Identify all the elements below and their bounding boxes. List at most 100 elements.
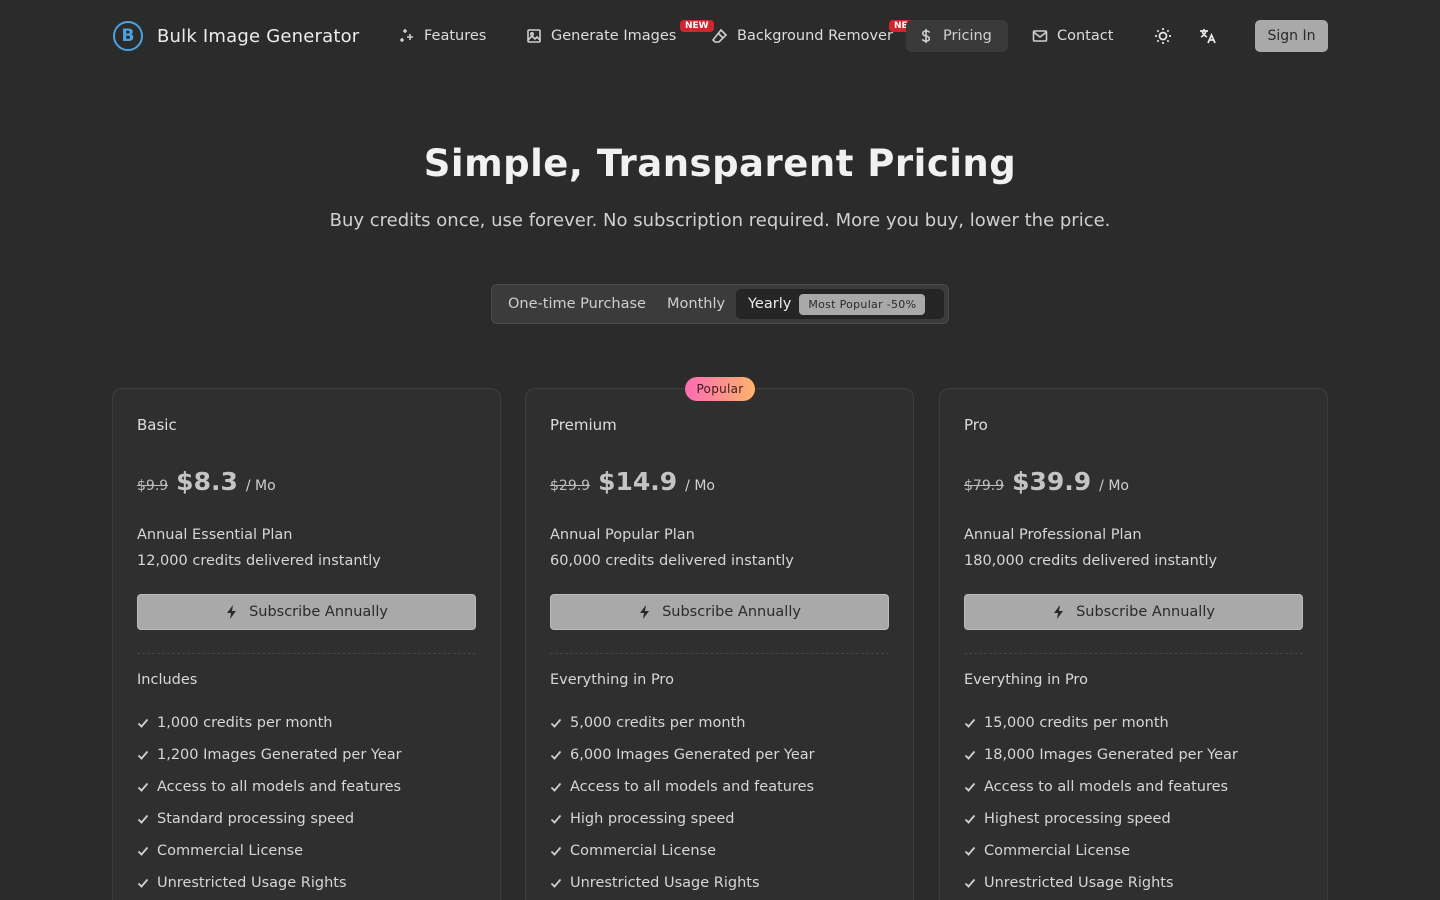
plan-credits: 12,000 credits delivered instantly	[137, 553, 381, 569]
check-icon	[137, 750, 149, 760]
current-price: $14.9	[598, 467, 678, 496]
feature-item: Commercial License	[550, 835, 815, 867]
feature-item: Commercial License	[137, 835, 402, 867]
feature-text: 1,200 Images Generated per Year	[157, 747, 402, 763]
theme-toggle-button[interactable]	[1151, 24, 1175, 48]
image-icon	[527, 29, 541, 43]
mail-icon	[1032, 30, 1048, 42]
nav-pricing[interactable]: Pricing	[906, 20, 1008, 52]
price-period: / Mo	[1099, 478, 1129, 494]
feature-item: 6,000 Images Generated per Year	[550, 739, 815, 771]
feature-item: 1,000 credits per month	[137, 707, 402, 739]
check-icon	[550, 878, 562, 888]
feature-text: Access to all models and features	[984, 779, 1229, 795]
sign-in-button[interactable]: Sign In	[1255, 20, 1328, 52]
brand-name: Bulk Image Generator	[157, 25, 360, 47]
popular-badge: Popular	[685, 377, 755, 401]
translate-icon	[1200, 29, 1216, 44]
feature-item: Unrestricted Usage Rights	[137, 867, 402, 899]
divider	[550, 653, 889, 654]
subscribe-button-label: Subscribe Annually	[1076, 604, 1215, 620]
lightning-icon	[1054, 605, 1064, 619]
plan-name: Basic	[137, 416, 177, 434]
feature-text: Commercial License	[157, 843, 303, 859]
feature-text: Access to all models and features	[157, 779, 402, 795]
nav-generate-images[interactable]: Generate Images	[514, 20, 688, 52]
feature-item: Commercial License	[964, 835, 1238, 867]
eraser-icon	[712, 28, 728, 43]
subscribe-button-label: Subscribe Annually	[662, 604, 801, 620]
plan-card-basic: Basic $9.9 $8.3 / Mo Annual Essential Pl…	[112, 388, 501, 900]
check-icon	[137, 878, 149, 888]
feature-item: 1,200 Images Generated per Year	[137, 739, 402, 771]
sparkles-icon	[400, 29, 413, 42]
brand[interactable]: B Bulk Image Generator	[113, 21, 359, 51]
check-icon	[550, 782, 562, 792]
feature-text: Access to all models and features	[570, 779, 815, 795]
features-heading: Includes	[137, 672, 198, 688]
nav-contact-label: Contact	[1057, 28, 1114, 44]
feature-text: 6,000 Images Generated per Year	[570, 747, 815, 763]
feature-text: 18,000 Images Generated per Year	[984, 747, 1238, 763]
old-price: $9.9	[137, 478, 169, 494]
current-price: $8.3	[176, 467, 238, 496]
language-button[interactable]	[1195, 24, 1219, 48]
feature-text: Commercial License	[984, 843, 1130, 859]
check-icon	[550, 814, 562, 824]
billing-period-toggle: One-time Purchase Monthly Yearly Most Po…	[491, 284, 949, 324]
check-icon	[964, 782, 976, 792]
toggle-monthly[interactable]: Monthly	[655, 289, 737, 319]
lightning-icon	[640, 605, 650, 619]
toggle-yearly-label: Yearly	[748, 296, 792, 312]
check-icon	[550, 750, 562, 760]
check-icon	[137, 718, 149, 728]
feature-item: Access to all models and features	[964, 771, 1238, 803]
feature-item: High processing speed	[550, 803, 815, 835]
feature-item: Unrestricted Usage Rights	[550, 867, 815, 899]
plan-description: Annual Professional Plan	[964, 527, 1142, 543]
feature-item: Highest processing speed	[964, 803, 1238, 835]
subscribe-button[interactable]: Subscribe Annually	[137, 594, 476, 630]
feature-text: Commercial License	[570, 843, 716, 859]
price-period: / Mo	[685, 478, 715, 494]
check-icon	[964, 750, 976, 760]
feature-text: 5,000 credits per month	[570, 715, 746, 731]
feature-text: Unrestricted Usage Rights	[570, 875, 760, 891]
old-price: $29.9	[550, 478, 591, 494]
check-icon	[137, 782, 149, 792]
plan-card-pro: Pro $79.9 $39.9 / Mo Annual Professional…	[939, 388, 1328, 900]
features-heading: Everything in Pro	[964, 672, 1088, 688]
feature-text: 1,000 credits per month	[157, 715, 333, 731]
page-subtitle: Buy credits once, use forever. No subscr…	[329, 210, 1111, 231]
plan-name: Premium	[550, 416, 617, 434]
feature-list: 5,000 credits per month 6,000 Images Gen…	[550, 707, 815, 899]
feature-item: Unrestricted Usage Rights	[964, 867, 1238, 899]
price-row: $9.9 $8.3 / Mo	[137, 467, 276, 496]
check-icon	[550, 846, 562, 856]
price-period: / Mo	[245, 478, 276, 494]
lightning-icon	[227, 605, 237, 619]
subscribe-button[interactable]: Subscribe Annually	[550, 594, 889, 630]
feature-item: 5,000 credits per month	[550, 707, 815, 739]
feature-text: Unrestricted Usage Rights	[984, 875, 1174, 891]
toggle-one-time[interactable]: One-time Purchase	[496, 289, 658, 319]
check-icon	[964, 718, 976, 728]
plan-card-premium: Premium $29.9 $14.9 / Mo Annual Popular …	[525, 388, 914, 900]
feature-text: Unrestricted Usage Rights	[157, 875, 347, 891]
toggle-yearly[interactable]: Yearly Most Popular -50%	[736, 289, 944, 319]
nav-contact[interactable]: Contact	[1020, 20, 1125, 52]
page-title: Simple, Transparent Pricing	[423, 142, 1017, 185]
subscribe-button[interactable]: Subscribe Annually	[964, 594, 1303, 630]
most-popular-badge: Most Popular -50%	[799, 293, 926, 315]
feature-list: 15,000 credits per month 18,000 Images G…	[964, 707, 1238, 899]
nav-features[interactable]: Features	[387, 20, 498, 52]
nav-generate-images-label: Generate Images	[551, 28, 677, 44]
check-icon	[964, 878, 976, 888]
nav-pricing-label: Pricing	[943, 28, 992, 44]
nav-background-remover[interactable]: Background Remover	[700, 20, 905, 52]
price-row: $29.9 $14.9 / Mo	[550, 467, 715, 496]
divider	[964, 653, 1303, 654]
feature-item: 18,000 Images Generated per Year	[964, 739, 1238, 771]
feature-text: Highest processing speed	[984, 811, 1171, 827]
price-row: $79.9 $39.9 / Mo	[964, 467, 1129, 496]
